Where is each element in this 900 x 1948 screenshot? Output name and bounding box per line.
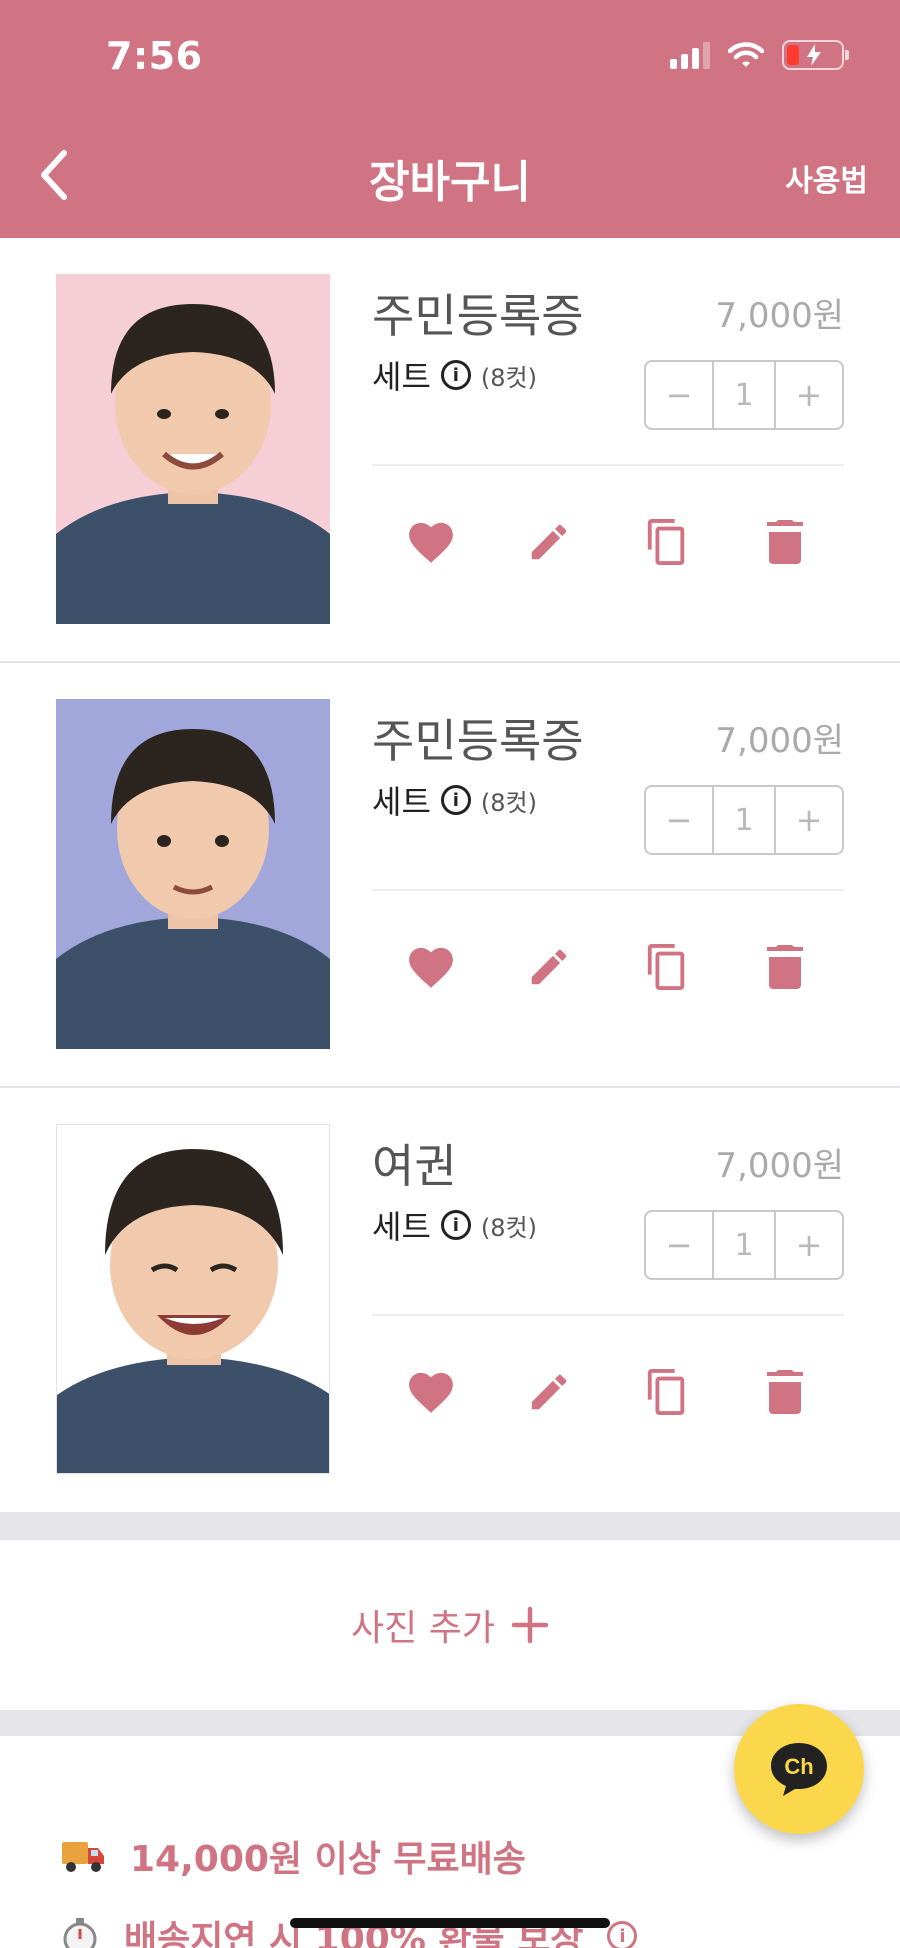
heart-icon	[409, 1372, 453, 1413]
item-divider	[372, 889, 844, 891]
item-actions	[372, 502, 844, 582]
home-indicator	[290, 1918, 610, 1928]
delete-button[interactable]	[745, 502, 825, 582]
free-shipping-text: 14,000원 이상 무료배송	[130, 1839, 526, 1880]
item-price: 7,000원	[715, 1146, 844, 1186]
add-photo-label: 사진 추가	[351, 1608, 495, 1649]
chat-bubble-icon: Ch	[771, 1743, 827, 1796]
copy-icon	[647, 944, 685, 990]
id-photo	[56, 699, 330, 1049]
favorite-button[interactable]	[391, 927, 471, 1007]
duplicate-button[interactable]	[627, 927, 707, 1007]
edit-button[interactable]	[509, 927, 589, 1007]
pencil-icon	[531, 949, 567, 985]
delay-refund-text: 배송지연 시 100% 환불 보장	[124, 1919, 584, 1948]
item-name: 여권	[372, 1139, 457, 1193]
cart-item: 여권 7,000원 세트 i (8컷) − 1 +	[0, 1088, 900, 1513]
delay-refund-notice: 배송지연 시 100% 환불 보장 i	[60, 1910, 638, 1948]
item-cuts: (8컷)	[480, 363, 537, 392]
item-divider	[372, 1314, 844, 1316]
info-icon[interactable]: i	[440, 1210, 471, 1240]
favorite-button[interactable]	[391, 502, 471, 582]
favorite-button[interactable]	[391, 1352, 471, 1432]
item-name: 주민등록증	[372, 714, 584, 768]
quantity-value: 1	[712, 1212, 776, 1278]
quantity-value: 1	[712, 362, 776, 428]
item-actions	[372, 927, 844, 1007]
id-photo	[56, 1124, 330, 1474]
item-divider	[372, 464, 844, 466]
trash-icon	[767, 520, 803, 564]
info-icon[interactable]: i	[607, 1921, 638, 1948]
wifi-icon	[728, 42, 764, 67]
status-time: 7:56	[106, 34, 203, 78]
truck-icon	[62, 1842, 104, 1872]
item-option: 세트 i (8컷)	[372, 352, 537, 398]
pencil-icon	[531, 524, 567, 560]
add-photo-button[interactable]: 사진 추가	[0, 1540, 900, 1710]
cart-item: 주민등록증 7,000원 세트 i (8컷) − 1 +	[0, 238, 900, 663]
edit-button[interactable]	[509, 1352, 589, 1432]
item-price: 7,000원	[715, 296, 844, 336]
status-icons	[670, 40, 849, 70]
chat-button[interactable]: Ch	[734, 1704, 864, 1834]
info-icon[interactable]: i	[440, 360, 471, 390]
cart-item: 주민등록증 7,000원 세트 i (8컷) − 1 +	[0, 663, 900, 1088]
delete-button[interactable]	[745, 927, 825, 1007]
copy-icon	[647, 1369, 685, 1415]
heart-icon	[409, 522, 453, 563]
id-photo	[56, 274, 330, 624]
pencil-icon	[531, 1374, 567, 1410]
heart-icon	[409, 947, 453, 988]
item-actions	[372, 1352, 844, 1432]
duplicate-button[interactable]	[627, 502, 707, 582]
plus-icon	[511, 1606, 549, 1644]
quantity-value: 1	[712, 787, 776, 853]
cellular-signal-icon	[670, 41, 710, 69]
increase-button[interactable]: +	[776, 787, 842, 853]
section-separator	[0, 1512, 900, 1540]
decrease-button[interactable]: −	[646, 787, 712, 853]
item-name: 주민등록증	[372, 289, 584, 343]
quantity-stepper: − 1 +	[644, 360, 844, 430]
free-shipping-notice: 14,000원 이상 무료배송	[60, 1830, 526, 1882]
chat-label: Ch	[784, 1754, 813, 1779]
increase-button[interactable]: +	[776, 362, 842, 428]
item-set-label: 세트	[372, 358, 431, 396]
item-cuts: (8컷)	[480, 788, 537, 817]
decrease-button[interactable]: −	[646, 362, 712, 428]
help-link[interactable]: 사용법	[785, 156, 868, 200]
quantity-stepper: − 1 +	[644, 785, 844, 855]
info-icon[interactable]: i	[440, 785, 471, 815]
trash-icon	[767, 945, 803, 989]
item-cuts: (8컷)	[480, 1213, 537, 1242]
quantity-stepper: − 1 +	[644, 1210, 844, 1280]
decrease-button[interactable]: −	[646, 1212, 712, 1278]
app-header: 7:56 장바구니 사용법	[0, 0, 900, 238]
item-set-label: 세트	[372, 783, 431, 821]
increase-button[interactable]: +	[776, 1212, 842, 1278]
item-set-label: 세트	[372, 1208, 431, 1246]
item-price: 7,000원	[715, 721, 844, 761]
duplicate-button[interactable]	[627, 1352, 707, 1432]
battery-icon	[782, 40, 849, 70]
item-option: 세트 i (8컷)	[372, 1202, 537, 1248]
delete-button[interactable]	[745, 1352, 825, 1432]
copy-icon	[647, 519, 685, 565]
edit-button[interactable]	[509, 502, 589, 582]
trash-icon	[767, 1370, 803, 1414]
item-option: 세트 i (8컷)	[372, 777, 537, 823]
stopwatch-icon	[63, 1918, 97, 1948]
page-title: 장바구니	[369, 157, 531, 208]
